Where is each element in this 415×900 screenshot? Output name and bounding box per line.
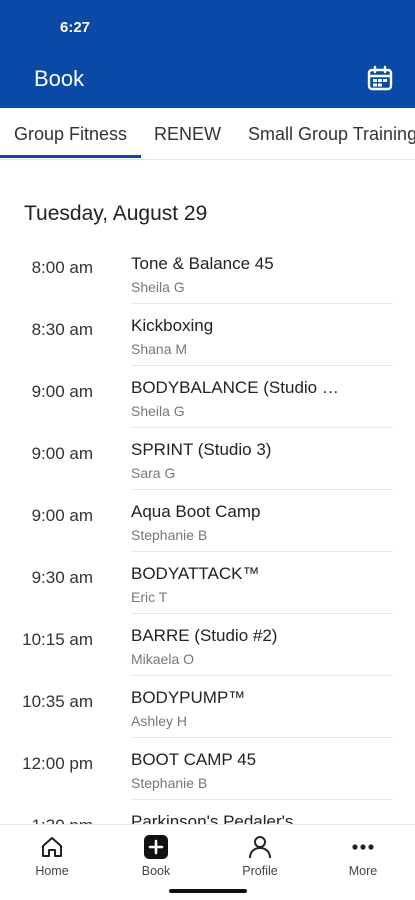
class-instructor: Sheila G	[131, 279, 185, 295]
class-instructor: Stephanie B	[131, 775, 208, 791]
status-time: 6:27	[60, 19, 91, 36]
class-time: 10:35 am	[22, 692, 93, 711]
tab-group-fitness[interactable]: Group Fitness	[14, 108, 127, 159]
class-time: 8:00 am	[31, 258, 93, 277]
class-time: 9:00 am	[31, 506, 93, 525]
class-name: Aqua Boot Camp	[131, 502, 261, 521]
class-row[interactable]: 8:00 am Tone & Balance 45 Sheila G	[0, 242, 415, 304]
more-dots-icon	[352, 844, 374, 850]
class-name: Tone & Balance 45	[131, 254, 274, 273]
calendar-icon[interactable]	[366, 65, 394, 93]
plus-square-icon	[144, 835, 168, 859]
nav-profile[interactable]: Profile	[208, 825, 312, 887]
class-name: BODYPUMP™	[131, 688, 246, 707]
selected-tab-indicator	[0, 155, 141, 158]
class-row[interactable]: 12:00 pm BOOT CAMP 45 Stephanie B	[0, 738, 415, 800]
class-list: 8:00 am Tone & Balance 45 Sheila G 8:30 …	[0, 242, 415, 824]
tab-renew[interactable]: RENEW	[154, 108, 221, 159]
class-name: SPRINT (Studio 3)	[131, 440, 272, 459]
class-name: BODYATTACK™	[131, 564, 260, 583]
class-time: 9:00 am	[31, 382, 93, 401]
nav-book-label: Book	[141, 864, 171, 878]
schedule-date: Tuesday, August 29	[24, 202, 208, 225]
nav-profile-label: Profile	[242, 864, 278, 878]
nav-more-label: More	[348, 864, 378, 878]
class-instructor: Ashley H	[131, 713, 188, 729]
class-instructor: Eric T	[131, 589, 168, 605]
class-time: 12:00 pm	[22, 754, 93, 773]
nav-home-label: Home	[35, 864, 69, 878]
category-tabs: Group Fitness RENEW Small Group Training	[0, 108, 415, 160]
class-instructor: Sara G	[131, 465, 176, 481]
person-icon	[249, 836, 271, 859]
status-bar: 6:27	[0, 0, 415, 52]
class-name: BARRE (Studio #2)	[131, 626, 278, 645]
home-indicator	[169, 889, 247, 893]
class-name: Parkinson's Pedaler's	[131, 812, 294, 824]
class-row[interactable]: 9:00 am BODYBALANCE (Studio … Sheila G	[0, 366, 415, 428]
class-instructor: Mikaela O	[131, 651, 195, 667]
class-time: 1:30 pm	[32, 816, 93, 824]
class-time: 10:15 am	[22, 630, 93, 649]
tab-small-group-training[interactable]: Small Group Training	[248, 108, 415, 159]
home-icon	[42, 837, 62, 857]
class-time: 8:30 am	[31, 320, 93, 339]
class-name: BODYBALANCE (Studio …	[131, 378, 339, 397]
class-row[interactable]: 9:00 am Aqua Boot Camp Stephanie B	[0, 490, 415, 552]
class-name: Kickboxing	[131, 316, 214, 335]
class-row[interactable]: 10:35 am BODYPUMP™ Ashley H	[0, 676, 415, 738]
nav-book[interactable]: Book	[104, 825, 208, 887]
class-row[interactable]: 8:30 am Kickboxing Shana M	[0, 304, 415, 366]
class-name: BOOT CAMP 45	[131, 750, 257, 769]
app-bar: Book	[0, 52, 415, 108]
class-time: 9:00 am	[31, 444, 93, 463]
class-row[interactable]: 1:30 pm Parkinson's Pedaler's	[0, 800, 415, 824]
class-instructor: Stephanie B	[131, 527, 208, 543]
class-time: 9:30 am	[31, 568, 93, 587]
nav-home[interactable]: Home	[0, 825, 104, 887]
page-title: Book	[34, 66, 85, 91]
class-instructor: Shana M	[131, 341, 188, 357]
class-row[interactable]: 9:30 am BODYATTACK™ Eric T	[0, 552, 415, 614]
class-row[interactable]: 9:00 am SPRINT (Studio 3) Sara G	[0, 428, 415, 490]
class-instructor: Sheila G	[131, 403, 185, 419]
nav-more[interactable]: More	[311, 825, 415, 887]
class-row[interactable]: 10:15 am BARRE (Studio #2) Mikaela O	[0, 614, 415, 676]
